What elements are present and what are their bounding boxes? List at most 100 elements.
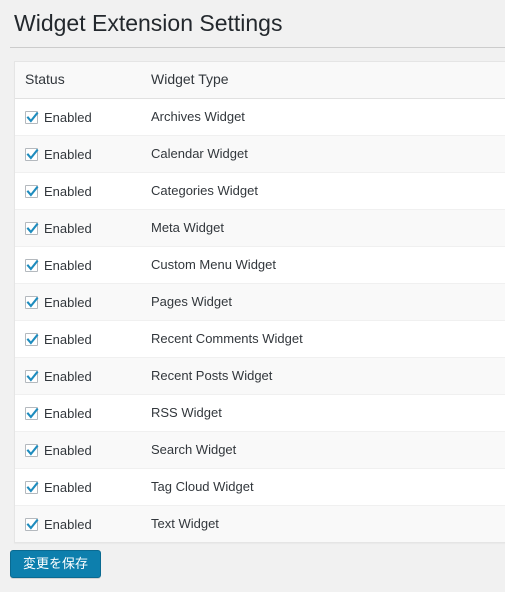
cell-widget-type: Text Widget <box>141 505 505 542</box>
save-changes-button[interactable]: 変更を保存 <box>10 550 102 578</box>
widget-type-label: Meta Widget <box>151 220 224 235</box>
cell-widget-type: Meta Widget <box>141 209 505 247</box>
enable-widget-checkbox[interactable] <box>25 221 39 235</box>
widget-type-label: Text Widget <box>151 516 219 531</box>
table-row: Enabled Pages Widget <box>15 283 505 321</box>
enable-widget-checkbox[interactable] <box>25 480 39 494</box>
cell-widget-type: RSS Widget <box>141 394 505 432</box>
status-cell: Enabled <box>25 99 131 135</box>
column-header-widget-type: Widget Type <box>141 62 505 99</box>
status-label: Enabled <box>44 146 92 162</box>
page-title: Widget Extension Settings <box>14 10 283 36</box>
checkmark-icon <box>26 259 39 271</box>
enable-widget-checkbox[interactable] <box>25 147 39 161</box>
table-header: Status Widget Type <box>15 62 505 99</box>
cell-widget-type: Archives Widget <box>141 98 505 136</box>
cell-status: Enabled <box>15 394 141 432</box>
table-row: Enabled Search Widget <box>15 431 505 469</box>
table-row: Enabled Tag Cloud Widget <box>15 468 505 506</box>
status-label: Enabled <box>44 220 92 236</box>
title-divider <box>10 47 505 48</box>
table-body: Enabled Archives Widget Enabled Calendar Wi… <box>15 98 505 542</box>
widget-type-label: Tag Cloud Widget <box>151 479 254 494</box>
cell-widget-type: Recent Comments Widget <box>141 320 505 358</box>
status-label: Enabled <box>44 294 92 310</box>
table-header-row: Status Widget Type <box>15 62 505 99</box>
status-cell: Enabled <box>25 432 131 468</box>
cell-status: Enabled <box>15 431 141 469</box>
table-row: Enabled Calendar Widget <box>15 135 505 173</box>
status-label: Enabled <box>44 479 92 495</box>
checkmark-icon <box>26 407 39 419</box>
widget-settings-table: Status Widget Type Enabled Archives Widge… <box>15 62 505 542</box>
cell-status: Enabled <box>15 246 141 284</box>
widget-type-label: Recent Posts Widget <box>151 368 273 383</box>
enable-widget-checkbox[interactable] <box>25 184 39 198</box>
table-row: Enabled Archives Widget <box>15 98 505 136</box>
checkmark-icon <box>26 444 39 456</box>
status-cell: Enabled <box>25 358 131 394</box>
status-label: Enabled <box>44 183 92 199</box>
checkmark-icon <box>26 148 39 160</box>
enable-widget-checkbox[interactable] <box>25 517 39 531</box>
enable-widget-checkbox[interactable] <box>25 332 39 346</box>
status-cell: Enabled <box>25 136 131 172</box>
checkmark-icon <box>26 481 39 493</box>
checkmark-icon <box>26 185 39 197</box>
cell-status: Enabled <box>15 357 141 395</box>
widget-type-label: Archives Widget <box>151 109 245 124</box>
cell-status: Enabled <box>15 505 141 542</box>
settings-page: Widget Extension Settings Status Widget … <box>0 0 505 592</box>
table-row: Enabled Categories Widget <box>15 172 505 210</box>
table-row: Enabled Recent Posts Widget <box>15 357 505 395</box>
cell-status: Enabled <box>15 98 141 136</box>
enable-widget-checkbox[interactable] <box>25 110 39 124</box>
status-label: Enabled <box>44 368 92 384</box>
enable-widget-checkbox[interactable] <box>25 295 39 309</box>
checkmark-icon <box>26 111 39 123</box>
checkmark-icon <box>26 333 39 345</box>
enable-widget-checkbox[interactable] <box>25 443 39 457</box>
cell-widget-type: Search Widget <box>141 431 505 469</box>
cell-status: Enabled <box>15 468 141 506</box>
status-cell: Enabled <box>25 395 131 431</box>
cell-widget-type: Pages Widget <box>141 283 505 321</box>
widget-table-container: Status Widget Type Enabled Archives Widge… <box>14 61 505 543</box>
status-cell: Enabled <box>25 321 131 357</box>
widget-type-label: Calendar Widget <box>151 146 248 161</box>
status-cell: Enabled <box>25 284 131 320</box>
table-row: Enabled RSS Widget <box>15 394 505 432</box>
status-cell: Enabled <box>25 173 131 209</box>
cell-widget-type: Calendar Widget <box>141 135 505 173</box>
cell-status: Enabled <box>15 172 141 210</box>
widget-type-label: Pages Widget <box>151 294 232 309</box>
submit-area: 変更を保存 <box>10 550 102 578</box>
table-row: Enabled Recent Comments Widget <box>15 320 505 358</box>
status-label: Enabled <box>44 331 92 347</box>
table-row: Enabled Custom Menu Widget <box>15 246 505 284</box>
cell-status: Enabled <box>15 320 141 358</box>
widget-type-label: RSS Widget <box>151 405 222 420</box>
status-cell: Enabled <box>25 247 131 283</box>
status-label: Enabled <box>44 109 92 125</box>
status-cell: Enabled <box>25 506 131 542</box>
column-header-status: Status <box>15 62 141 99</box>
widget-type-label: Search Widget <box>151 442 237 457</box>
checkmark-icon <box>26 296 39 308</box>
cell-widget-type: Custom Menu Widget <box>141 246 505 284</box>
enable-widget-checkbox[interactable] <box>25 258 39 272</box>
status-label: Enabled <box>44 257 92 273</box>
widget-type-label: Recent Comments Widget <box>151 331 303 346</box>
status-cell: Enabled <box>25 469 131 505</box>
status-label: Enabled <box>44 442 92 458</box>
widget-type-label: Categories Widget <box>151 183 258 198</box>
enable-widget-checkbox[interactable] <box>25 406 39 420</box>
status-label: Enabled <box>44 516 92 532</box>
checkmark-icon <box>26 370 39 382</box>
checkmark-icon <box>26 518 39 530</box>
enable-widget-checkbox[interactable] <box>25 369 39 383</box>
cell-status: Enabled <box>15 283 141 321</box>
cell-widget-type: Recent Posts Widget <box>141 357 505 395</box>
cell-widget-type: Categories Widget <box>141 172 505 210</box>
table-row: Enabled Meta Widget <box>15 209 505 247</box>
